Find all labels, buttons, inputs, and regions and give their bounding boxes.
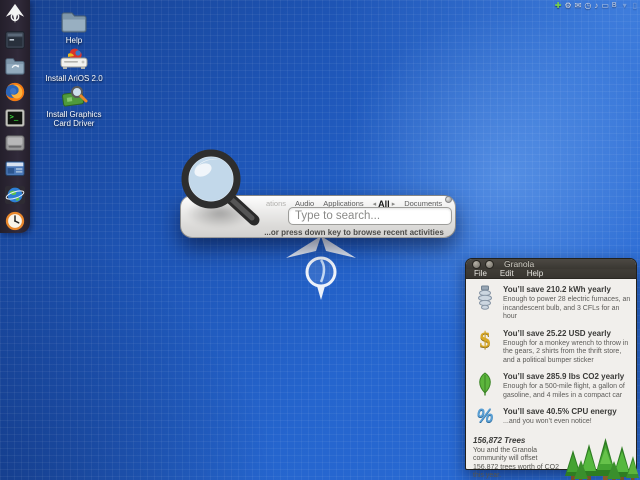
percent-icon: % [476, 406, 494, 427]
dock-item-terminal-dark[interactable] [3, 28, 27, 52]
clock-icon[interactable]: ◷ [584, 1, 591, 11]
session-gear-icon[interactable]: ⚙ [564, 1, 571, 11]
bluetooth-icon[interactable]: B [612, 1, 617, 11]
menu-edit[interactable]: Edit [500, 269, 514, 278]
folder-icon [5, 57, 25, 75]
granola-window: Granola File Edit Help You’ll save 210.2… [465, 258, 639, 480]
dock-item-disk-utility[interactable] [3, 131, 27, 155]
desktop-icon-install-arios[interactable]: Install AriOS 2.0 [38, 46, 110, 83]
terminal-green-icon: >_ [5, 108, 25, 127]
dock-item-web-globe[interactable] [3, 183, 27, 207]
dock-item-arios-logo[interactable] [3, 2, 27, 26]
savings-title: You’ll save 40.5% CPU energy [503, 407, 617, 416]
savings-desc: Enough for a monkey wrench to throw in t… [503, 339, 629, 364]
search-hint-text: ...or press down key to browse recent ac… [264, 228, 444, 237]
savings-desc: ...and you won’t even notice! [503, 418, 592, 425]
settings-gear-icon[interactable] [445, 196, 452, 203]
granola-body: You’ll save 210.2 kWh yearly Enough to p… [466, 279, 639, 480]
svg-text:>_: >_ [10, 111, 19, 120]
dock-item-file-manager[interactable] [3, 54, 27, 78]
install-graphics-driver-icon [59, 82, 89, 108]
trees-desc: You and the Granola community will offse… [473, 446, 559, 480]
desktop-icon-install-graphics-driver[interactable]: Install Graphics Card Driver [38, 82, 110, 128]
trees-illustration [563, 436, 639, 480]
dock-clock-icon [5, 211, 25, 231]
savings-desc: Enough for a 500-mile flight, a gallon o… [503, 383, 625, 399]
globe-icon [4, 186, 26, 205]
dollar-icon: $ [479, 326, 491, 352]
dock-item-terminal-green[interactable]: >_ [3, 106, 27, 130]
trees-summary: 156,872 Trees You and the Granola commun… [473, 435, 639, 480]
desktop-icon-help[interactable]: Help [38, 8, 110, 45]
savings-row-cpu: % You’ll save 40.5% CPU energy ...and yo… [473, 407, 631, 427]
display-settings-icon [5, 161, 25, 177]
arios-logo-icon [5, 3, 25, 24]
tab-actions[interactable]: ations [266, 199, 286, 208]
arios-watermark-logo [283, 232, 359, 309]
search-input[interactable] [288, 207, 452, 225]
menu-file[interactable]: File [474, 269, 487, 278]
search-magnifier-icon [178, 148, 264, 231]
menu-help[interactable]: Help [527, 269, 543, 278]
install-arios-icon [58, 46, 90, 72]
savings-row-usd: $ You’ll save 25.22 USD yearly Enough fo… [473, 326, 631, 366]
granola-menubar: File Edit Help [466, 269, 636, 279]
savings-title: You’ll save 210.2 kWh yearly [503, 285, 611, 294]
desktop-icon-label: Install Graphics Card Driver [46, 110, 102, 128]
dock-item-clock[interactable] [3, 209, 27, 233]
power-icon[interactable]: ▯ [633, 1, 637, 11]
close-button[interactable] [472, 259, 481, 269]
window-title: Granola [504, 259, 535, 269]
cfl-bulb-icon [473, 285, 497, 322]
network-icon[interactable]: ▾ [623, 1, 627, 11]
savings-desc: Enough to power 28 electric furnaces, an… [503, 296, 631, 320]
help-folder-icon [60, 8, 88, 34]
terminal-dark-icon [5, 31, 25, 49]
minimize-button[interactable] [485, 259, 494, 269]
dock: >_ [0, 0, 30, 233]
firefox-icon [5, 82, 25, 101]
disk-drive-icon [5, 135, 25, 152]
volume-icon[interactable]: ♪ [594, 1, 598, 11]
savings-row-co2: You’ll save 285.9 lbs CO2 yearly Enough … [473, 372, 631, 400]
leaf-icon [473, 372, 497, 400]
granola-titlebar[interactable]: Granola [466, 259, 636, 269]
dock-item-display-settings[interactable] [3, 157, 27, 181]
savings-row-kwh: You’ll save 210.2 kWh yearly Enough to p… [473, 285, 631, 322]
mail-icon[interactable]: ✉ [575, 1, 582, 11]
dock-item-firefox[interactable] [3, 80, 27, 104]
updates-icon[interactable]: ✚ [555, 1, 562, 11]
trees-title: 156,872 Trees [473, 435, 526, 445]
desktop-icon-label: Help [65, 36, 83, 45]
system-tray: ✚ ⚙ ✉ ◷ ♪ ▭ B ▾ ▯ [555, 0, 637, 11]
savings-title: You’ll save 25.22 USD yearly [503, 328, 611, 338]
battery-icon[interactable]: ▭ [601, 1, 609, 11]
savings-title: You’ll save 285.9 lbs CO2 yearly [503, 372, 625, 381]
